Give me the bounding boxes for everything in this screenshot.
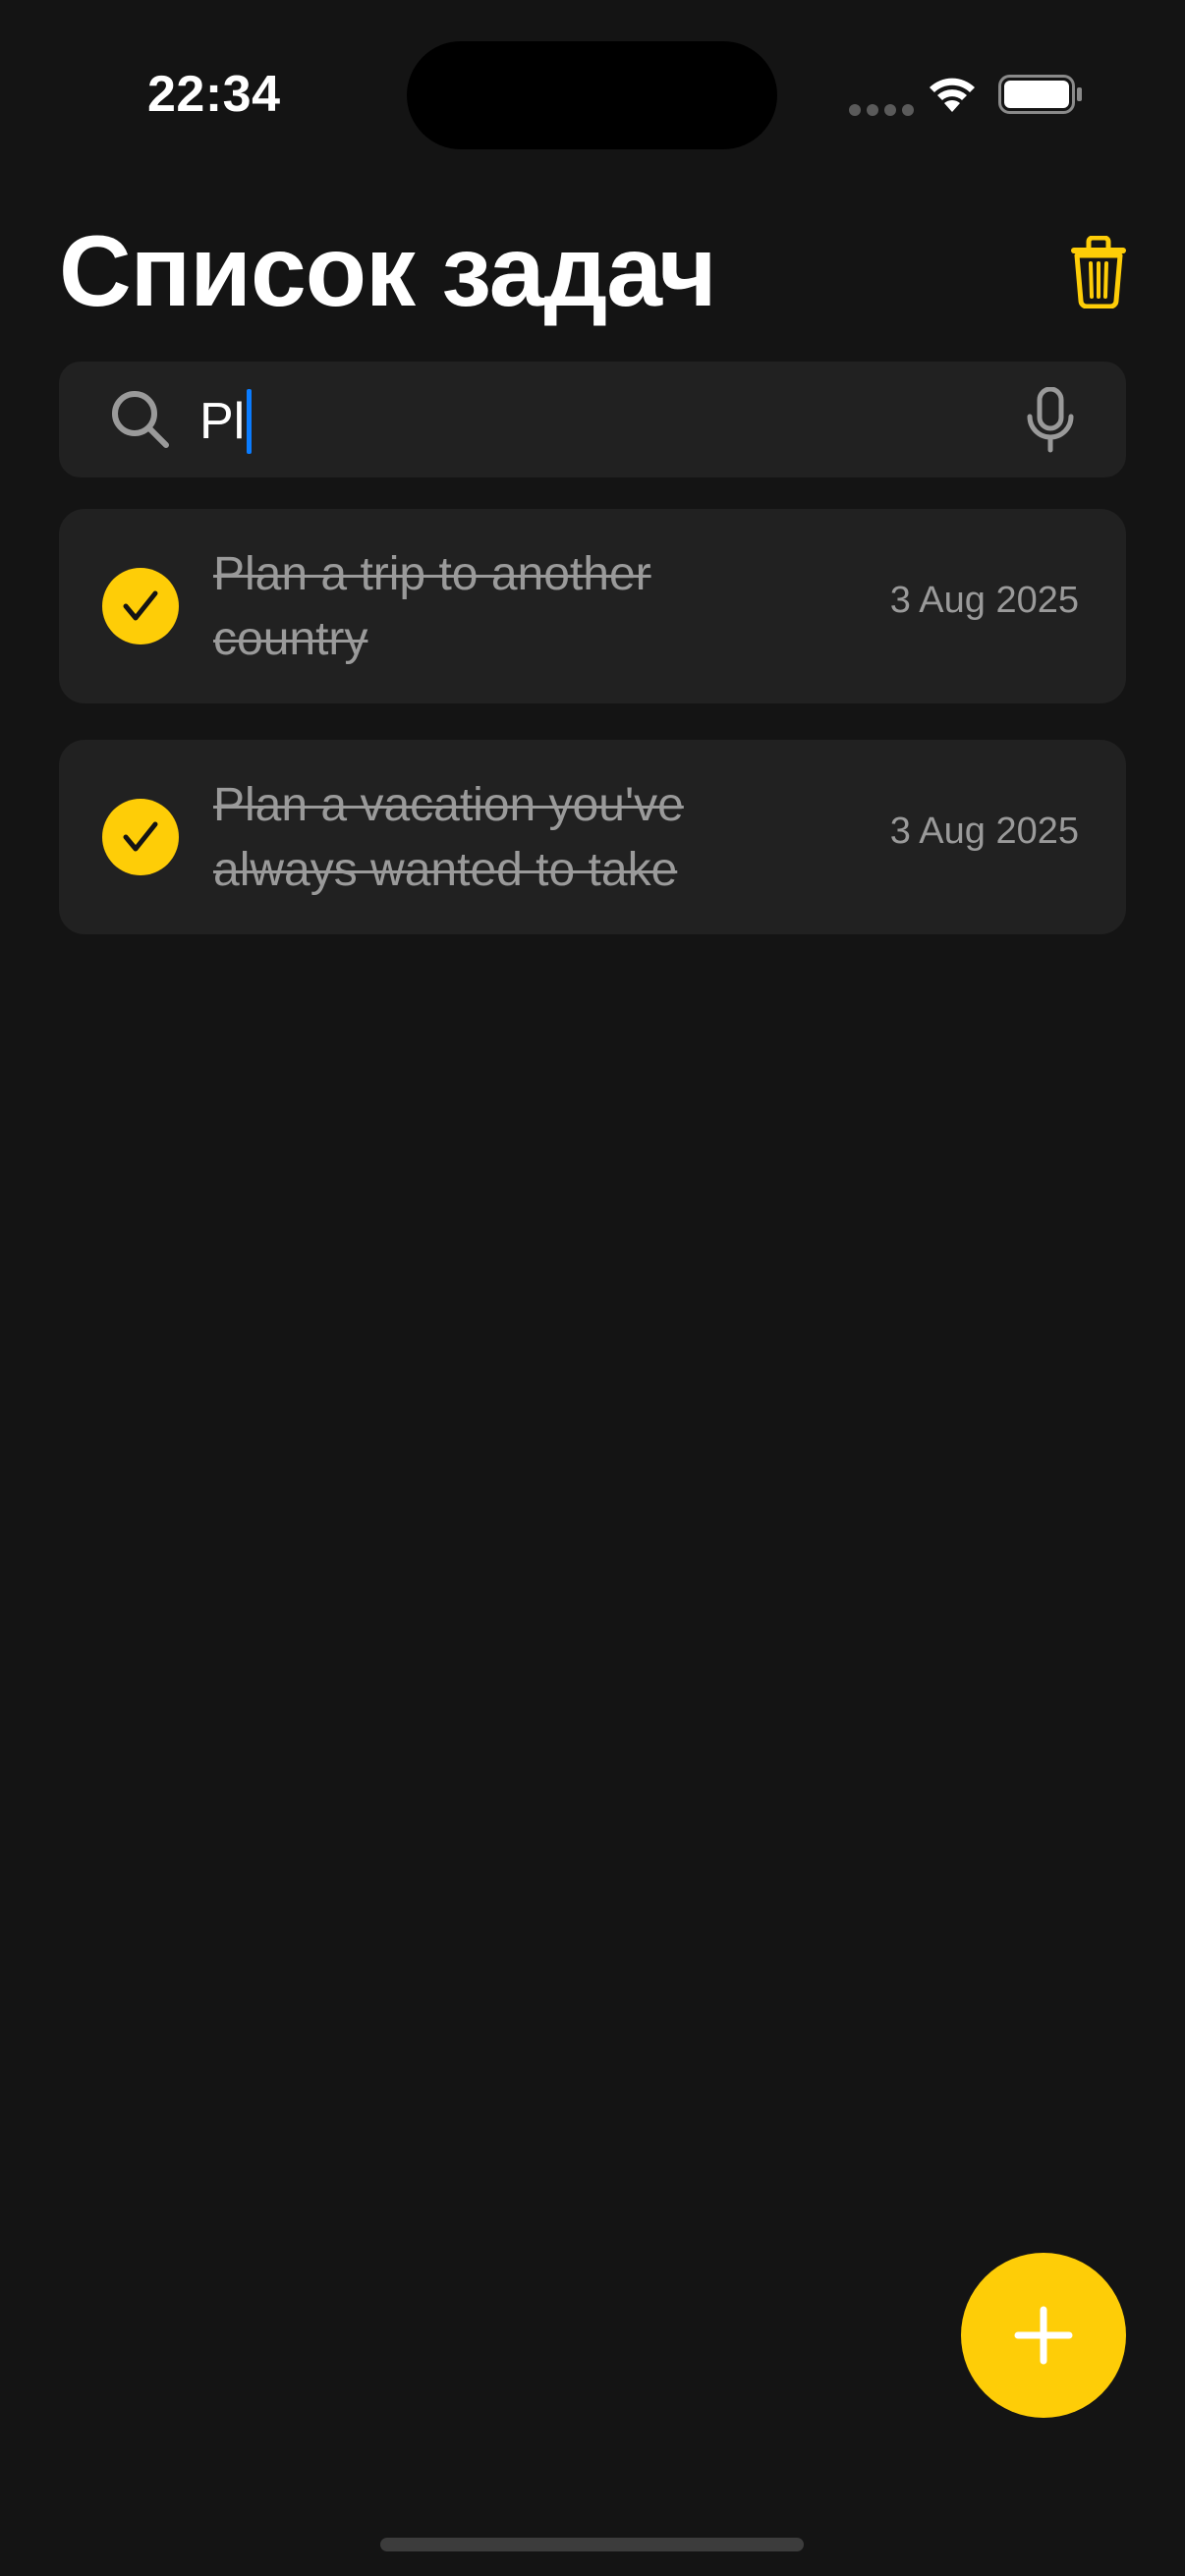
checkmark-icon xyxy=(123,821,158,852)
text-caret xyxy=(247,389,253,454)
task-title: Plan a trip to another country xyxy=(213,548,651,665)
dynamic-island xyxy=(407,41,777,149)
microphone-icon[interactable] xyxy=(1026,387,1075,454)
page-title: Список задач xyxy=(59,215,717,327)
add-task-button[interactable] xyxy=(961,2253,1126,2418)
home-indicator[interactable] xyxy=(380,2538,804,2551)
task-date: 3 Aug 2025 xyxy=(889,811,1079,852)
cellular-signal-icon xyxy=(849,104,914,116)
task-item[interactable]: Plan a vacation you've always wanted to … xyxy=(59,740,1126,934)
search-icon xyxy=(112,391,169,448)
task-item[interactable]: Plan a trip to another country 3 Aug 202… xyxy=(59,509,1126,703)
task-list-screen: 22:34 Список задач Pl Plan a trip to ano… xyxy=(0,0,1185,2576)
trash-icon[interactable] xyxy=(1067,236,1130,308)
plus-icon xyxy=(1014,2306,1073,2365)
task-date: 3 Aug 2025 xyxy=(889,580,1079,621)
status-time: 22:34 xyxy=(147,66,281,123)
search-bar[interactable]: Pl xyxy=(59,362,1126,477)
search-input-value: Pl xyxy=(199,393,246,450)
task-checkbox[interactable] xyxy=(102,568,179,644)
task-checkbox[interactable] xyxy=(102,799,179,875)
checkmark-icon xyxy=(123,590,158,621)
battery-icon xyxy=(998,75,1082,114)
search-input[interactable]: Pl xyxy=(199,389,253,454)
wifi-icon xyxy=(930,78,975,112)
task-title: Plan a vacation you've always wanted to … xyxy=(213,779,684,896)
